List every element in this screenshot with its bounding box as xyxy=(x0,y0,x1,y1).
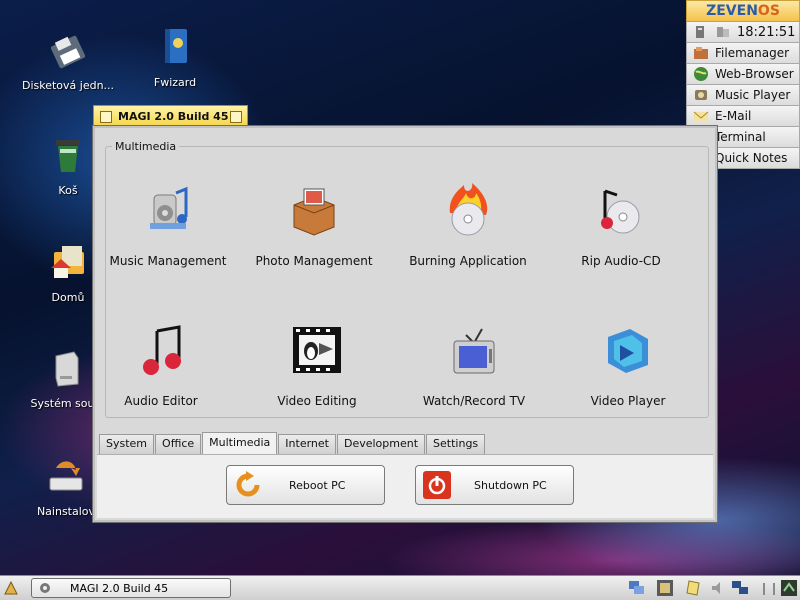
power-icon xyxy=(423,471,451,499)
shutdown-label: Shutdown PC xyxy=(474,478,547,492)
tab-development[interactable]: Development xyxy=(336,434,426,454)
group-title: Multimedia xyxy=(112,140,180,153)
launcher-item-filemanager[interactable]: Filemanager xyxy=(686,43,800,64)
book-icon xyxy=(165,29,187,63)
taskbar-item-label: MAGI 2.0 Build 45 xyxy=(70,581,169,595)
launcher-item-label: Quick Notes xyxy=(715,151,788,165)
brand-right: OS xyxy=(757,3,780,19)
tab-settings[interactable]: Settings xyxy=(426,434,486,454)
photo-box-icon xyxy=(293,188,335,236)
app-audio-editor[interactable]: Audio Editor xyxy=(86,323,236,408)
desktop-icon-label: Fwizard xyxy=(153,76,197,89)
show-desktop-icon[interactable] xyxy=(656,579,674,597)
app-watch-record-tv[interactable]: Watch/Record TV xyxy=(399,323,549,408)
clock-time: 18:21:51 xyxy=(737,24,796,40)
launcher-item-label: Web-Browser xyxy=(715,67,794,81)
film-strip-icon xyxy=(293,327,341,373)
video-player-icon xyxy=(608,329,648,373)
tab-office[interactable]: Office xyxy=(155,434,202,454)
app-label: Watch/Record TV xyxy=(422,394,526,408)
burning-cd-icon xyxy=(449,183,488,236)
app-rip-audio-cd[interactable]: Rip Audio-CD xyxy=(546,183,696,268)
notes-tray-icon[interactable] xyxy=(685,579,703,597)
launcher-item-label: Filemanager xyxy=(715,46,790,60)
app-label: Video Player xyxy=(590,394,666,408)
desktop-switcher-icon[interactable] xyxy=(628,579,646,597)
tab-internet[interactable]: Internet xyxy=(278,434,336,454)
system-icon xyxy=(696,26,704,38)
brand-left: ZEVEN xyxy=(706,3,758,19)
globe-icon xyxy=(694,67,708,81)
app-label: Burning Application xyxy=(409,254,527,268)
desktop-icon-fwizard[interactable]: Fwizard xyxy=(127,27,223,89)
launcher-item-email[interactable]: E-Mail xyxy=(686,106,800,127)
launcher-item-label: E-Mail xyxy=(715,109,752,123)
app-label: Audio Editor xyxy=(124,394,198,408)
clock-row: 18:21:51 xyxy=(686,22,800,43)
reboot-button[interactable]: Reboot PC xyxy=(226,465,385,505)
window-menu-icon[interactable] xyxy=(100,110,112,123)
monitor-icon[interactable] xyxy=(731,579,749,597)
rip-cd-icon xyxy=(601,189,640,234)
desktop-icon-floppy[interactable]: Disketová jedn... xyxy=(20,30,116,92)
volume-icon[interactable] xyxy=(709,579,727,597)
network-tray-icon[interactable] xyxy=(760,579,778,597)
launcher-item-label: Terminal xyxy=(715,130,766,144)
system-tray-icon[interactable] xyxy=(780,579,798,597)
tv-icon xyxy=(453,328,495,374)
launcher-item-label: Music Player xyxy=(715,88,791,102)
app-label: Music Management xyxy=(109,254,227,268)
app-video-editing[interactable]: Video Editing xyxy=(242,323,392,408)
magi-window: Multimedia Music Management Photo Manage… xyxy=(92,125,718,523)
install-icon xyxy=(49,461,83,491)
app-label: Photo Management xyxy=(255,254,373,268)
power-actions: Reboot PC Shutdown PC xyxy=(97,454,713,518)
window-title: MAGI 2.0 Build 45 xyxy=(118,110,229,123)
gear-icon xyxy=(40,583,50,593)
music-notes-icon xyxy=(143,325,181,375)
window-maximize-icon[interactable] xyxy=(230,110,242,123)
start-menu-icon[interactable] xyxy=(3,580,19,596)
app-label: Rip Audio-CD xyxy=(581,254,661,268)
tab-system[interactable]: System xyxy=(99,434,155,454)
app-burning-application[interactable]: Burning Application xyxy=(393,183,543,268)
speaker-music-icon xyxy=(150,186,188,229)
desktop-icon-label: Disketová jedn... xyxy=(21,79,115,92)
network-icon xyxy=(717,27,729,37)
taskbar-window-item[interactable]: MAGI 2.0 Build 45 xyxy=(31,578,231,598)
window-title-tab[interactable]: MAGI 2.0 Build 45 xyxy=(93,105,248,127)
music-icon xyxy=(695,90,707,100)
filemanager-icon xyxy=(694,47,708,59)
mail-icon xyxy=(693,111,709,121)
tab-multimedia[interactable]: Multimedia xyxy=(202,432,278,454)
category-tabs: System Office Multimedia Internet Develo… xyxy=(99,432,486,454)
app-photo-management[interactable]: Photo Management xyxy=(239,183,389,268)
launcher-item-music-player[interactable]: Music Player xyxy=(686,85,800,106)
home-folder-icon xyxy=(51,246,84,278)
category-groupbox: Multimedia Music Management Photo Manage… xyxy=(105,140,709,418)
launcher-item-web-browser[interactable]: Web-Browser xyxy=(686,64,800,85)
drive-icon xyxy=(55,351,79,387)
reboot-icon xyxy=(236,471,260,497)
app-label: Video Editing xyxy=(277,394,357,408)
brand-logo: ZEVENOS xyxy=(686,0,800,22)
shutdown-button[interactable]: Shutdown PC xyxy=(415,465,574,505)
app-music-management[interactable]: Music Management xyxy=(93,183,243,268)
trash-icon xyxy=(56,140,80,172)
reboot-label: Reboot PC xyxy=(289,478,346,492)
floppy-icon xyxy=(50,35,86,69)
app-video-player[interactable]: Video Player xyxy=(553,323,703,408)
taskbar: MAGI 2.0 Build 45 xyxy=(0,575,800,600)
